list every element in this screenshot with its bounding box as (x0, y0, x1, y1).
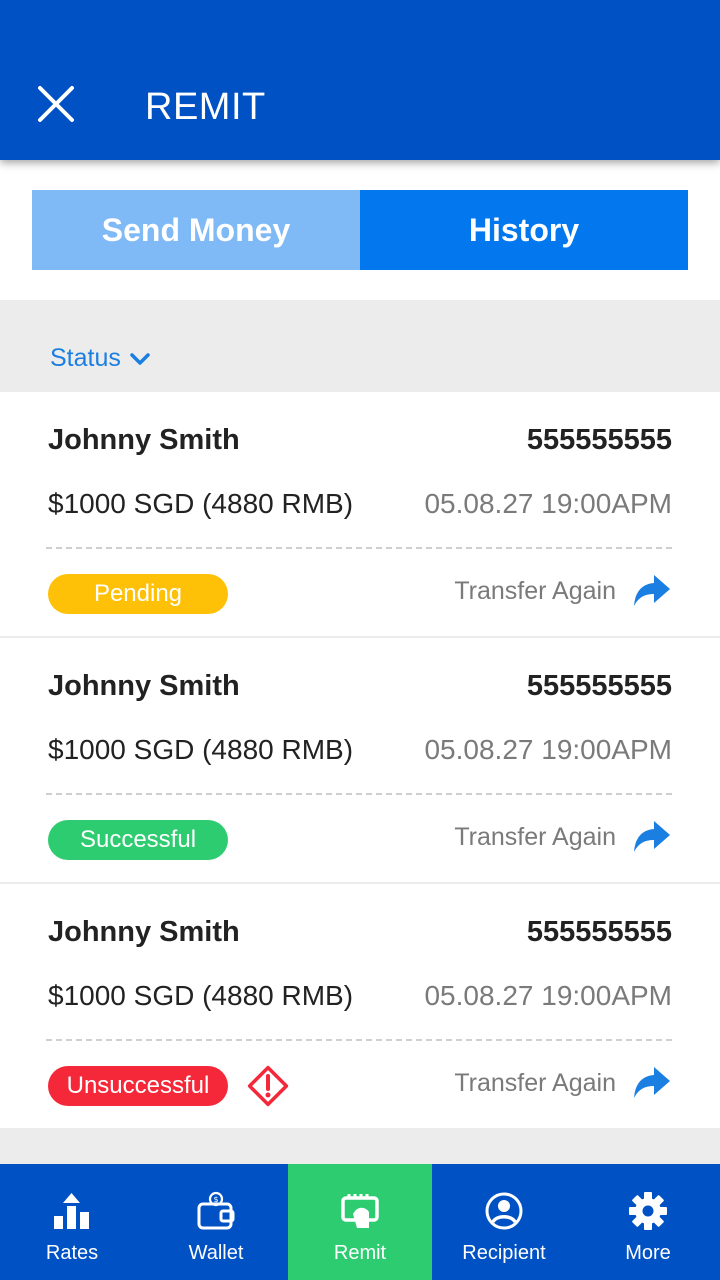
transfer-again-label: Transfer Again (454, 822, 616, 851)
transfer-amount: $1000 SGD (4880 RMB) (48, 488, 354, 519)
close-button[interactable] (32, 80, 80, 128)
page-title: REMIT (145, 86, 266, 128)
recipient-number: 555555555 (526, 916, 672, 948)
gear-icon (629, 1192, 667, 1230)
card-divider (46, 547, 672, 549)
nav-label: Remit (333, 1242, 387, 1264)
status-filter-label: Status (50, 344, 121, 372)
recipient-name: Johnny Smith (48, 916, 240, 948)
card-divider (46, 1039, 672, 1041)
forward-arrow-icon (634, 821, 670, 852)
transfer-again-button[interactable]: Transfer Again (454, 1060, 672, 1106)
forward-arrow-icon (634, 575, 670, 606)
wallet-icon: $ (197, 1191, 235, 1230)
transfer-again-label: Transfer Again (454, 1068, 616, 1097)
recipient-number: 555555555 (526, 424, 672, 456)
chevron-down-icon (130, 352, 150, 365)
nav-remit[interactable]: Remit (288, 1164, 432, 1280)
nav-more[interactable]: More (576, 1164, 720, 1280)
recipient-icon (485, 1192, 523, 1230)
rates-icon (54, 1193, 89, 1229)
filter-bar: Status (0, 300, 720, 392)
nav-wallet[interactable]: $ Wallet (144, 1164, 288, 1280)
app-header: REMIT (0, 0, 720, 160)
recipient-name: Johnny Smith (48, 424, 240, 456)
nav-label: Rates (45, 1242, 99, 1264)
recipient-number: 555555555 (526, 670, 672, 702)
status-badge: Unsuccessful (48, 1066, 228, 1106)
remit-icon (341, 1194, 379, 1228)
nav-recipient[interactable]: Recipient (432, 1164, 576, 1280)
nav-label: Recipient (462, 1242, 546, 1264)
transfer-again-button[interactable]: Transfer Again (454, 814, 672, 860)
transfer-date: 05.08.27 19:00APM (424, 734, 672, 765)
recipient-name: Johnny Smith (48, 670, 240, 702)
nav-rates[interactable]: Rates (0, 1164, 144, 1280)
forward-arrow-icon (634, 1067, 670, 1098)
close-icon (38, 86, 74, 122)
transfer-amount: $1000 SGD (4880 RMB) (48, 980, 354, 1011)
tab-bar: Send Money History (0, 160, 720, 300)
tab-send-money[interactable]: Send Money (32, 190, 360, 270)
transaction-card: Johnny Smith 555555555 $1000 SGD (4880 R… (0, 392, 720, 636)
bottom-nav: Rates $ Wallet Remit Recipient More (0, 1164, 720, 1280)
status-badge: Successful (48, 820, 228, 860)
transfer-amount: $1000 SGD (4880 RMB) (48, 734, 354, 765)
card-divider (46, 793, 672, 795)
transaction-card: Johnny Smith 555555555 $1000 SGD (4880 R… (0, 884, 720, 1128)
status-filter-dropdown[interactable]: Status (50, 344, 151, 373)
transfer-again-button[interactable]: Transfer Again (454, 568, 672, 614)
status-badge: Pending (48, 574, 228, 614)
transaction-card: Johnny Smith 555555555 $1000 SGD (4880 R… (0, 638, 720, 882)
transfer-again-label: Transfer Again (454, 576, 616, 605)
nav-label: More (625, 1242, 671, 1264)
nav-label: Wallet (188, 1242, 244, 1264)
transfer-date: 05.08.27 19:00APM (424, 488, 672, 519)
warning-icon[interactable] (246, 1064, 290, 1108)
tab-history[interactable]: History (360, 190, 688, 270)
transfer-date: 05.08.27 19:00APM (424, 980, 672, 1011)
